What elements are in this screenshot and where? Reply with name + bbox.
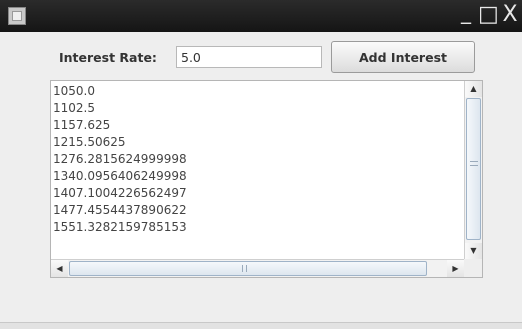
- output-scroll-pane: 1050.0 1102.5 1157.625 1215.50625 1276.2…: [50, 80, 483, 278]
- output-line: 1050.0: [53, 84, 95, 98]
- output-line: 1340.0956406249998: [53, 169, 187, 183]
- content-panel: Interest Rate: Add Interest 1050.0 1102.…: [0, 32, 522, 322]
- output-line: 1102.5: [53, 101, 95, 115]
- title-bar[interactable]: _ □ X: [0, 0, 522, 32]
- output-line: 1477.4554437890622: [53, 203, 187, 217]
- interest-rate-label: Interest Rate:: [59, 50, 157, 65]
- minimize-icon[interactable]: _: [456, 2, 476, 27]
- scroll-corner: [464, 259, 482, 277]
- output-line: 1551.3282159785153: [53, 220, 187, 234]
- scroll-right-icon[interactable]: ▶: [447, 260, 464, 277]
- app-window: _ □ X Interest Rate: Add Interest 1050.0…: [0, 0, 522, 329]
- vertical-scrollbar[interactable]: ▲ ▼: [464, 81, 482, 259]
- window-controls: _ □ X: [456, 2, 520, 27]
- output-line: 1157.625: [53, 118, 111, 132]
- scroll-up-icon[interactable]: ▲: [465, 81, 482, 97]
- close-icon[interactable]: X: [500, 3, 520, 27]
- add-interest-button[interactable]: Add Interest: [331, 41, 475, 73]
- maximize-icon[interactable]: □: [478, 3, 499, 27]
- window-icon[interactable]: [8, 7, 26, 25]
- output-text-area[interactable]: 1050.0 1102.5 1157.625 1215.50625 1276.2…: [53, 83, 462, 259]
- horizontal-scroll-thumb[interactable]: [69, 261, 427, 276]
- grip-icon: [242, 265, 247, 272]
- window-bottom-edge: [0, 322, 522, 329]
- scroll-down-icon[interactable]: ▼: [465, 243, 482, 259]
- vertical-scroll-thumb[interactable]: [466, 98, 481, 240]
- output-line: 1276.2815624999998: [53, 152, 187, 166]
- output-line: 1407.1004226562497: [53, 186, 187, 200]
- output-line: 1215.50625: [53, 135, 126, 149]
- interest-rate-input[interactable]: [176, 46, 322, 68]
- grip-icon: [470, 161, 478, 166]
- scroll-left-icon[interactable]: ◀: [51, 260, 68, 277]
- horizontal-scrollbar[interactable]: ◀ ▶: [51, 259, 464, 277]
